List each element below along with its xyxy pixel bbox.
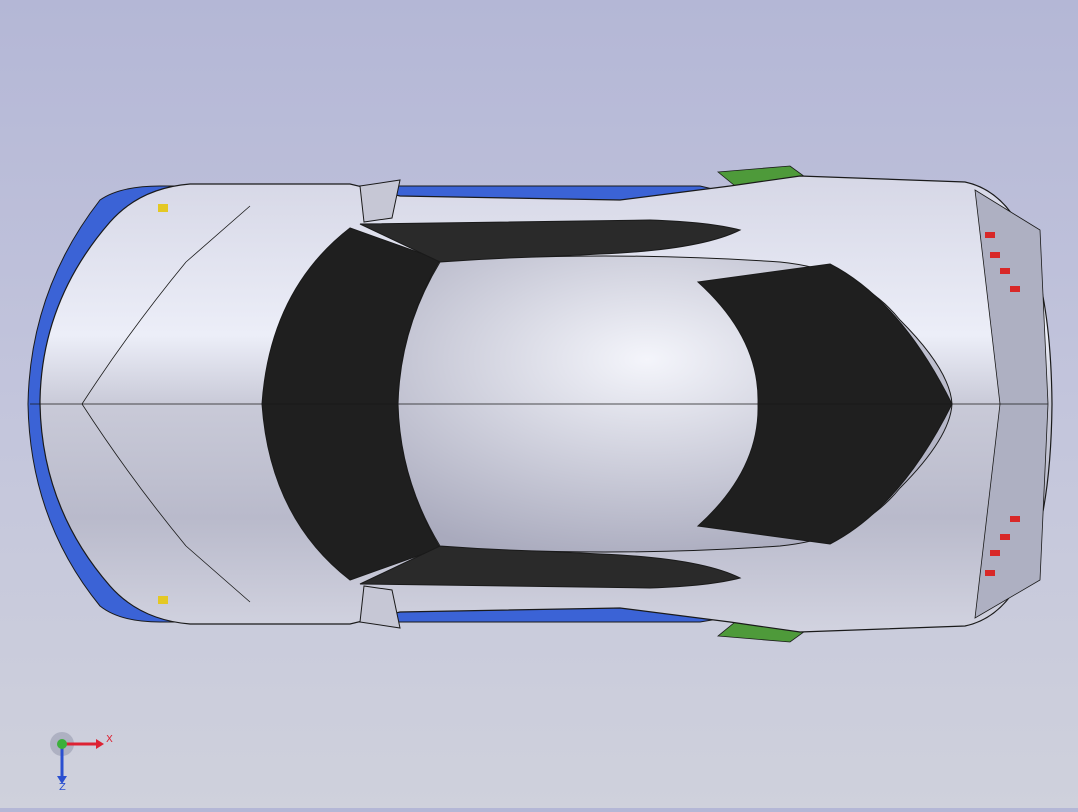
- z-axis-label: Z: [59, 782, 66, 792]
- model-viewport[interactable]: [0, 0, 1078, 808]
- car-model[interactable]: [0, 0, 1078, 808]
- coordinate-triad-icon: X Z: [48, 728, 118, 793]
- x-axis-label: X: [106, 734, 113, 745]
